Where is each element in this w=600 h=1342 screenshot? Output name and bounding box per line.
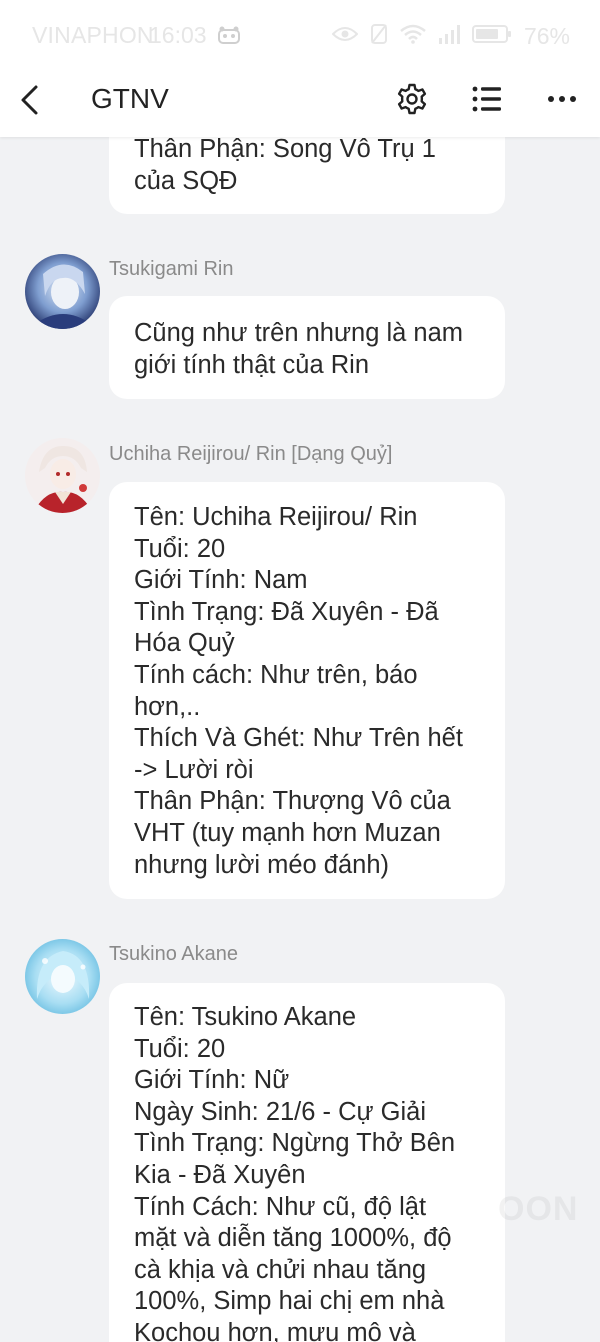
- sender-name: Tsukigami Rin: [109, 258, 234, 280]
- list-icon: [472, 86, 501, 112]
- message-line: -> Lười ròi: [134, 755, 254, 784]
- settings-button[interactable]: [392, 79, 432, 119]
- message-line: Tình Trạng: Đã Xuyên - Đã: [134, 597, 439, 626]
- watermark: OON: [498, 1190, 579, 1228]
- message-line: Cũng như trên nhưng là nam: [134, 319, 464, 347]
- message-line: Giới Tính: Nữ: [134, 1066, 290, 1095]
- status-bar: VINAPHON 16:03 76%: [0, 0, 600, 72]
- more-options-button[interactable]: [542, 79, 582, 119]
- message-line: hơn,..: [134, 692, 201, 721]
- message-line: Tên: Tsukino Akane: [134, 1003, 357, 1031]
- message-line: Kia - Đã Xuyên: [134, 1160, 306, 1189]
- battery-icon: [471, 24, 512, 49]
- mute-icon: [370, 23, 388, 50]
- message-line: nhưng lười méo đánh): [134, 850, 389, 879]
- eye-icon: [331, 25, 359, 48]
- back-arrow-icon: [21, 85, 38, 115]
- header: GTNV: [0, 72, 600, 137]
- message-line: của SQĐ: [134, 166, 238, 195]
- message-line: Tính cách: Như trên, báo: [134, 660, 418, 689]
- top-bar: VINAPHON 16:03 76% GTNV: [0, 0, 600, 137]
- battery-percentage: 76%: [523, 22, 570, 49]
- chapter-list-button[interactable]: [467, 79, 507, 119]
- message-line: VHT (tuy mạnh hơn Muzan: [134, 818, 441, 847]
- avatar-uchiha-reijirou[interactable]: [25, 438, 100, 513]
- avatar-image: [25, 254, 100, 329]
- gear-icon: [397, 83, 427, 115]
- app-notification-icon: [218, 26, 240, 49]
- message-bubble[interactable]: Cũng như trên nhưng là nam giới tính thậ…: [109, 296, 505, 399]
- more-icon: [548, 96, 576, 102]
- message-line: 100%, Simp hai chị em nhà: [134, 1287, 445, 1316]
- message-line: Tuổi: 20: [134, 534, 226, 563]
- avatar-image: [25, 438, 100, 513]
- status-time: 16:03: [149, 22, 207, 48]
- message-line: Thân Phận: Thượng Vô của: [134, 787, 451, 816]
- avatar-tsukino-akane[interactable]: [25, 939, 100, 1014]
- message-bubble[interactable]: Tên: Tsukino Akane Tuổi: 20 Giới Tính: N…: [109, 983, 505, 1342]
- message-line: Thích Và Ghét: Như Trên hết: [134, 724, 463, 753]
- page-title: GTNV: [91, 83, 169, 114]
- message-line: Tình Trạng: Ngừng Thở Bên: [134, 1129, 456, 1158]
- message-line: Ngày Sinh: 21/6 - Cự Giải: [134, 1097, 427, 1126]
- message-line: cà khịa và chửi nhau tăng: [134, 1255, 427, 1284]
- message-line: Hóa Quỷ: [134, 629, 235, 658]
- wifi-icon: [400, 24, 426, 49]
- sender-name: Uchiha Reijirou/ Rin [Dạng Quỷ]: [109, 443, 393, 465]
- message-line: giới tính thật của Rin: [134, 350, 370, 379]
- message-bubble[interactable]: Tên: Uchiha Reijirou/ Rin Tuổi: 20 Giới …: [109, 482, 505, 899]
- message-line: Tuổi: 20: [134, 1034, 226, 1063]
- message-line: Thân Phận: Song Vô Trụ 1: [134, 135, 436, 163]
- back-button[interactable]: [14, 80, 44, 120]
- carrier-label: VINAPHON: [32, 22, 154, 48]
- signal-icon: [438, 24, 460, 49]
- status-icons: 76%: [331, 22, 570, 50]
- message-line: Giới Tính: Nam: [134, 566, 308, 595]
- avatar-tsukigami-rin[interactable]: [25, 254, 100, 329]
- message-line: Tính Cách: Như cũ, độ lật: [134, 1192, 427, 1221]
- sender-name: Tsukino Akane: [109, 943, 238, 965]
- chat-screen: Thân Phận: Song Vô Trụ 1 của SQĐ Tsukiga…: [0, 0, 600, 1342]
- message-line: Kochou hơn, mưu mô và: [134, 1318, 416, 1342]
- message-line: Tên: Uchiha Reijirou/ Rin: [134, 503, 418, 531]
- avatar-image: [25, 939, 100, 1014]
- message-line: mặt và diễn tăng 1000%, độ: [134, 1224, 452, 1253]
